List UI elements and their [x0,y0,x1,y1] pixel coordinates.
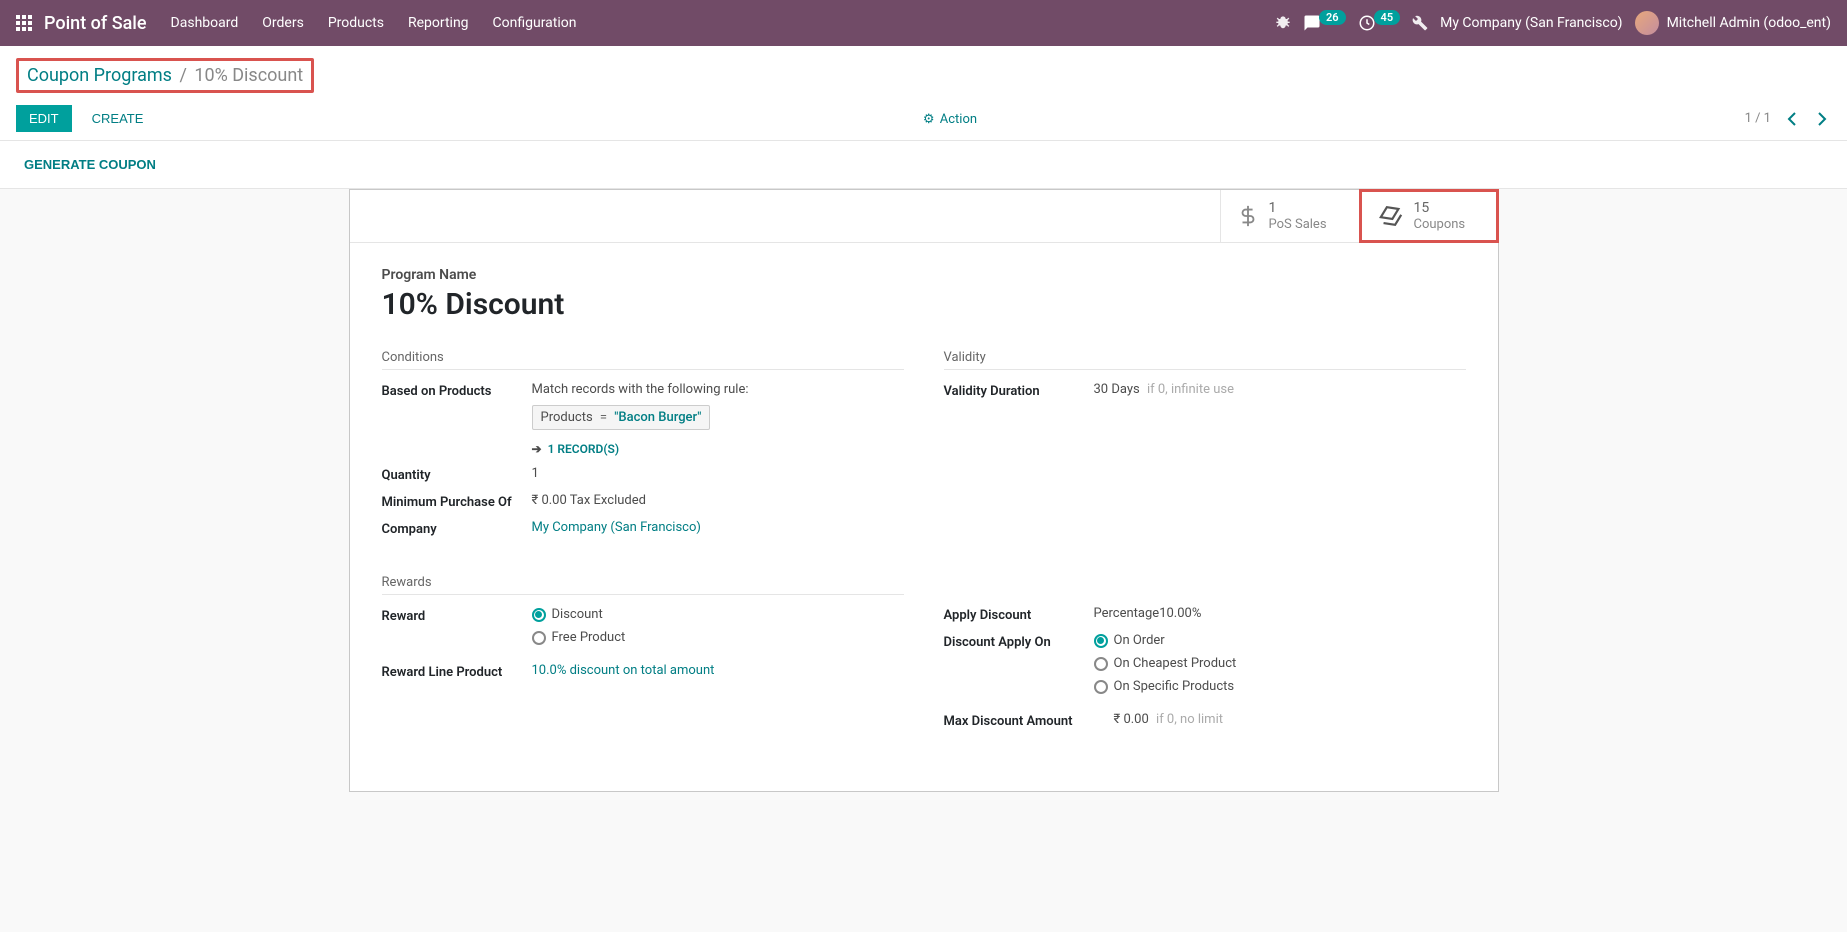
value-min-purchase: ₹ 0.00 Tax Excluded [532,493,904,508]
radio-reward-discount[interactable]: Discount [532,607,904,622]
domain-field: Products [541,410,593,425]
menu-orders[interactable]: Orders [262,15,304,31]
radio-apply-on-cheapest-label: On Cheapest Product [1114,656,1237,671]
radio-apply-on-specific[interactable]: On Specific Products [1094,679,1466,694]
program-name-value: 10% Discount [382,287,1466,322]
label-validity-duration: Validity Duration [944,382,1094,399]
label-min-purchase: Minimum Purchase Of [382,493,532,510]
create-button[interactable]: CREATE [80,106,156,131]
value-max-discount: ₹ 0.00 [1114,712,1149,727]
domain-chip[interactable]: Products = "Bacon Burger" [532,405,711,430]
pager-prev[interactable] [1783,108,1801,130]
user-name: Mitchell Admin (odoo_ent) [1667,15,1831,31]
messages-button[interactable]: 26 [1303,14,1346,32]
section-rewards: Rewards [382,575,904,595]
label-max-discount: Max Discount Amount [944,712,1114,729]
company-selector[interactable]: My Company (San Francisco) [1440,15,1622,31]
pager: 1 / 1 [1745,108,1831,130]
value-company[interactable]: My Company (San Francisco) [532,520,904,535]
radio-unchecked-icon [1094,657,1108,671]
value-quantity: 1 [532,466,904,481]
debug-icon[interactable] [1275,15,1291,31]
action-dropdown[interactable]: ⚙ Action [923,112,977,127]
user-menu[interactable]: Mitchell Admin (odoo_ent) [1635,11,1831,35]
menu-dashboard[interactable]: Dashboard [171,15,239,31]
navbar-right: 26 45 My Company (San Francisco) Mitchel… [1275,11,1831,35]
label-quantity: Quantity [382,466,532,483]
label-reward: Reward [382,607,532,624]
stat-coupons-value: 15 [1414,200,1466,217]
activities-badge: 45 [1374,10,1401,25]
control-bar: EDIT CREATE ⚙ Action 1 / 1 [0,97,1847,141]
section-validity: Validity [944,350,1466,370]
top-navbar: Point of Sale Dashboard Orders Products … [0,0,1847,46]
hint-validity-duration: if 0, infinite use [1147,382,1234,397]
radio-reward-free-product-label: Free Product [552,630,626,645]
radio-unchecked-icon [1094,680,1108,694]
stat-pos-sales-value: 1 [1269,200,1327,217]
breadcrumb-current: 10% Discount [194,65,303,86]
navbar-menu: Dashboard Orders Products Reporting Conf… [171,15,577,31]
label-apply-discount: Apply Discount [944,606,1094,623]
arrow-right-icon: ➔ [532,442,542,456]
radio-reward-discount-label: Discount [552,607,603,622]
apps-icon[interactable] [16,15,32,31]
stat-pos-sales-label: PoS Sales [1269,217,1327,233]
radio-apply-on-specific-label: On Specific Products [1114,679,1235,694]
tools-icon[interactable] [1412,15,1428,31]
value-validity-duration: 30 Days [1094,382,1140,397]
action-label: Action [940,112,977,127]
section-conditions: Conditions [382,350,904,370]
menu-configuration[interactable]: Configuration [493,15,577,31]
section-rewards-right-spacer [944,575,1466,594]
menu-products[interactable]: Products [328,15,384,31]
app-title[interactable]: Point of Sale [44,13,147,34]
label-company: Company [382,520,532,537]
stat-pos-sales[interactable]: 1 PoS Sales [1220,190,1360,242]
breadcrumb-separator: / [179,65,186,86]
gear-icon: ⚙ [923,112,935,127]
stat-coupons-label: Coupons [1414,217,1466,233]
domain-records-link[interactable]: ➔ 1 RECORD(S) [532,442,904,456]
pager-next[interactable] [1813,108,1831,130]
radio-checked-icon [1094,634,1108,648]
dollar-icon [1237,202,1259,230]
domain-records-count: 1 RECORD(S) [548,442,620,456]
radio-reward-free-product[interactable]: Free Product [532,630,904,645]
pager-count: 1 / 1 [1745,111,1771,126]
radio-checked-icon [532,608,546,622]
edit-button[interactable]: EDIT [16,105,72,132]
menu-reporting[interactable]: Reporting [408,15,469,31]
value-apply-discount: Percentage10.00% [1094,606,1466,621]
ticket-icon [1378,203,1404,229]
domain-value: "Bacon Burger" [614,410,701,425]
radio-unchecked-icon [532,631,546,645]
radio-apply-on-order-label: On Order [1114,633,1165,648]
domain-description: Match records with the following rule: [532,382,904,397]
radio-apply-on-order[interactable]: On Order [1094,633,1466,648]
radio-apply-on-cheapest[interactable]: On Cheapest Product [1094,656,1466,671]
activities-button[interactable]: 45 [1358,14,1401,32]
program-name-label: Program Name [382,267,1466,283]
avatar [1635,11,1659,35]
stat-coupons[interactable]: 15 Coupons [1359,189,1499,243]
value-reward-line-product[interactable]: 10.0% discount on total amount [532,663,904,678]
hint-max-discount: if 0, no limit [1156,712,1223,727]
breadcrumb-row: Coupon Programs / 10% Discount [0,46,1847,97]
form-sheet: 1 PoS Sales 15 Coupons Program Name 10% … [349,189,1499,792]
label-reward-line-product: Reward Line Product [382,663,532,680]
label-discount-apply-on: Discount Apply On [944,633,1094,650]
breadcrumb-parent[interactable]: Coupon Programs [27,65,172,86]
domain-operator: = [600,410,607,425]
messages-badge: 26 [1319,10,1346,25]
label-based-on-products: Based on Products [382,382,532,399]
generate-coupon-button[interactable]: GENERATE COUPON [16,153,164,176]
breadcrumb: Coupon Programs / 10% Discount [16,58,314,93]
stat-buttons: 1 PoS Sales 15 Coupons [350,190,1498,243]
status-bar: GENERATE COUPON [0,141,1847,189]
